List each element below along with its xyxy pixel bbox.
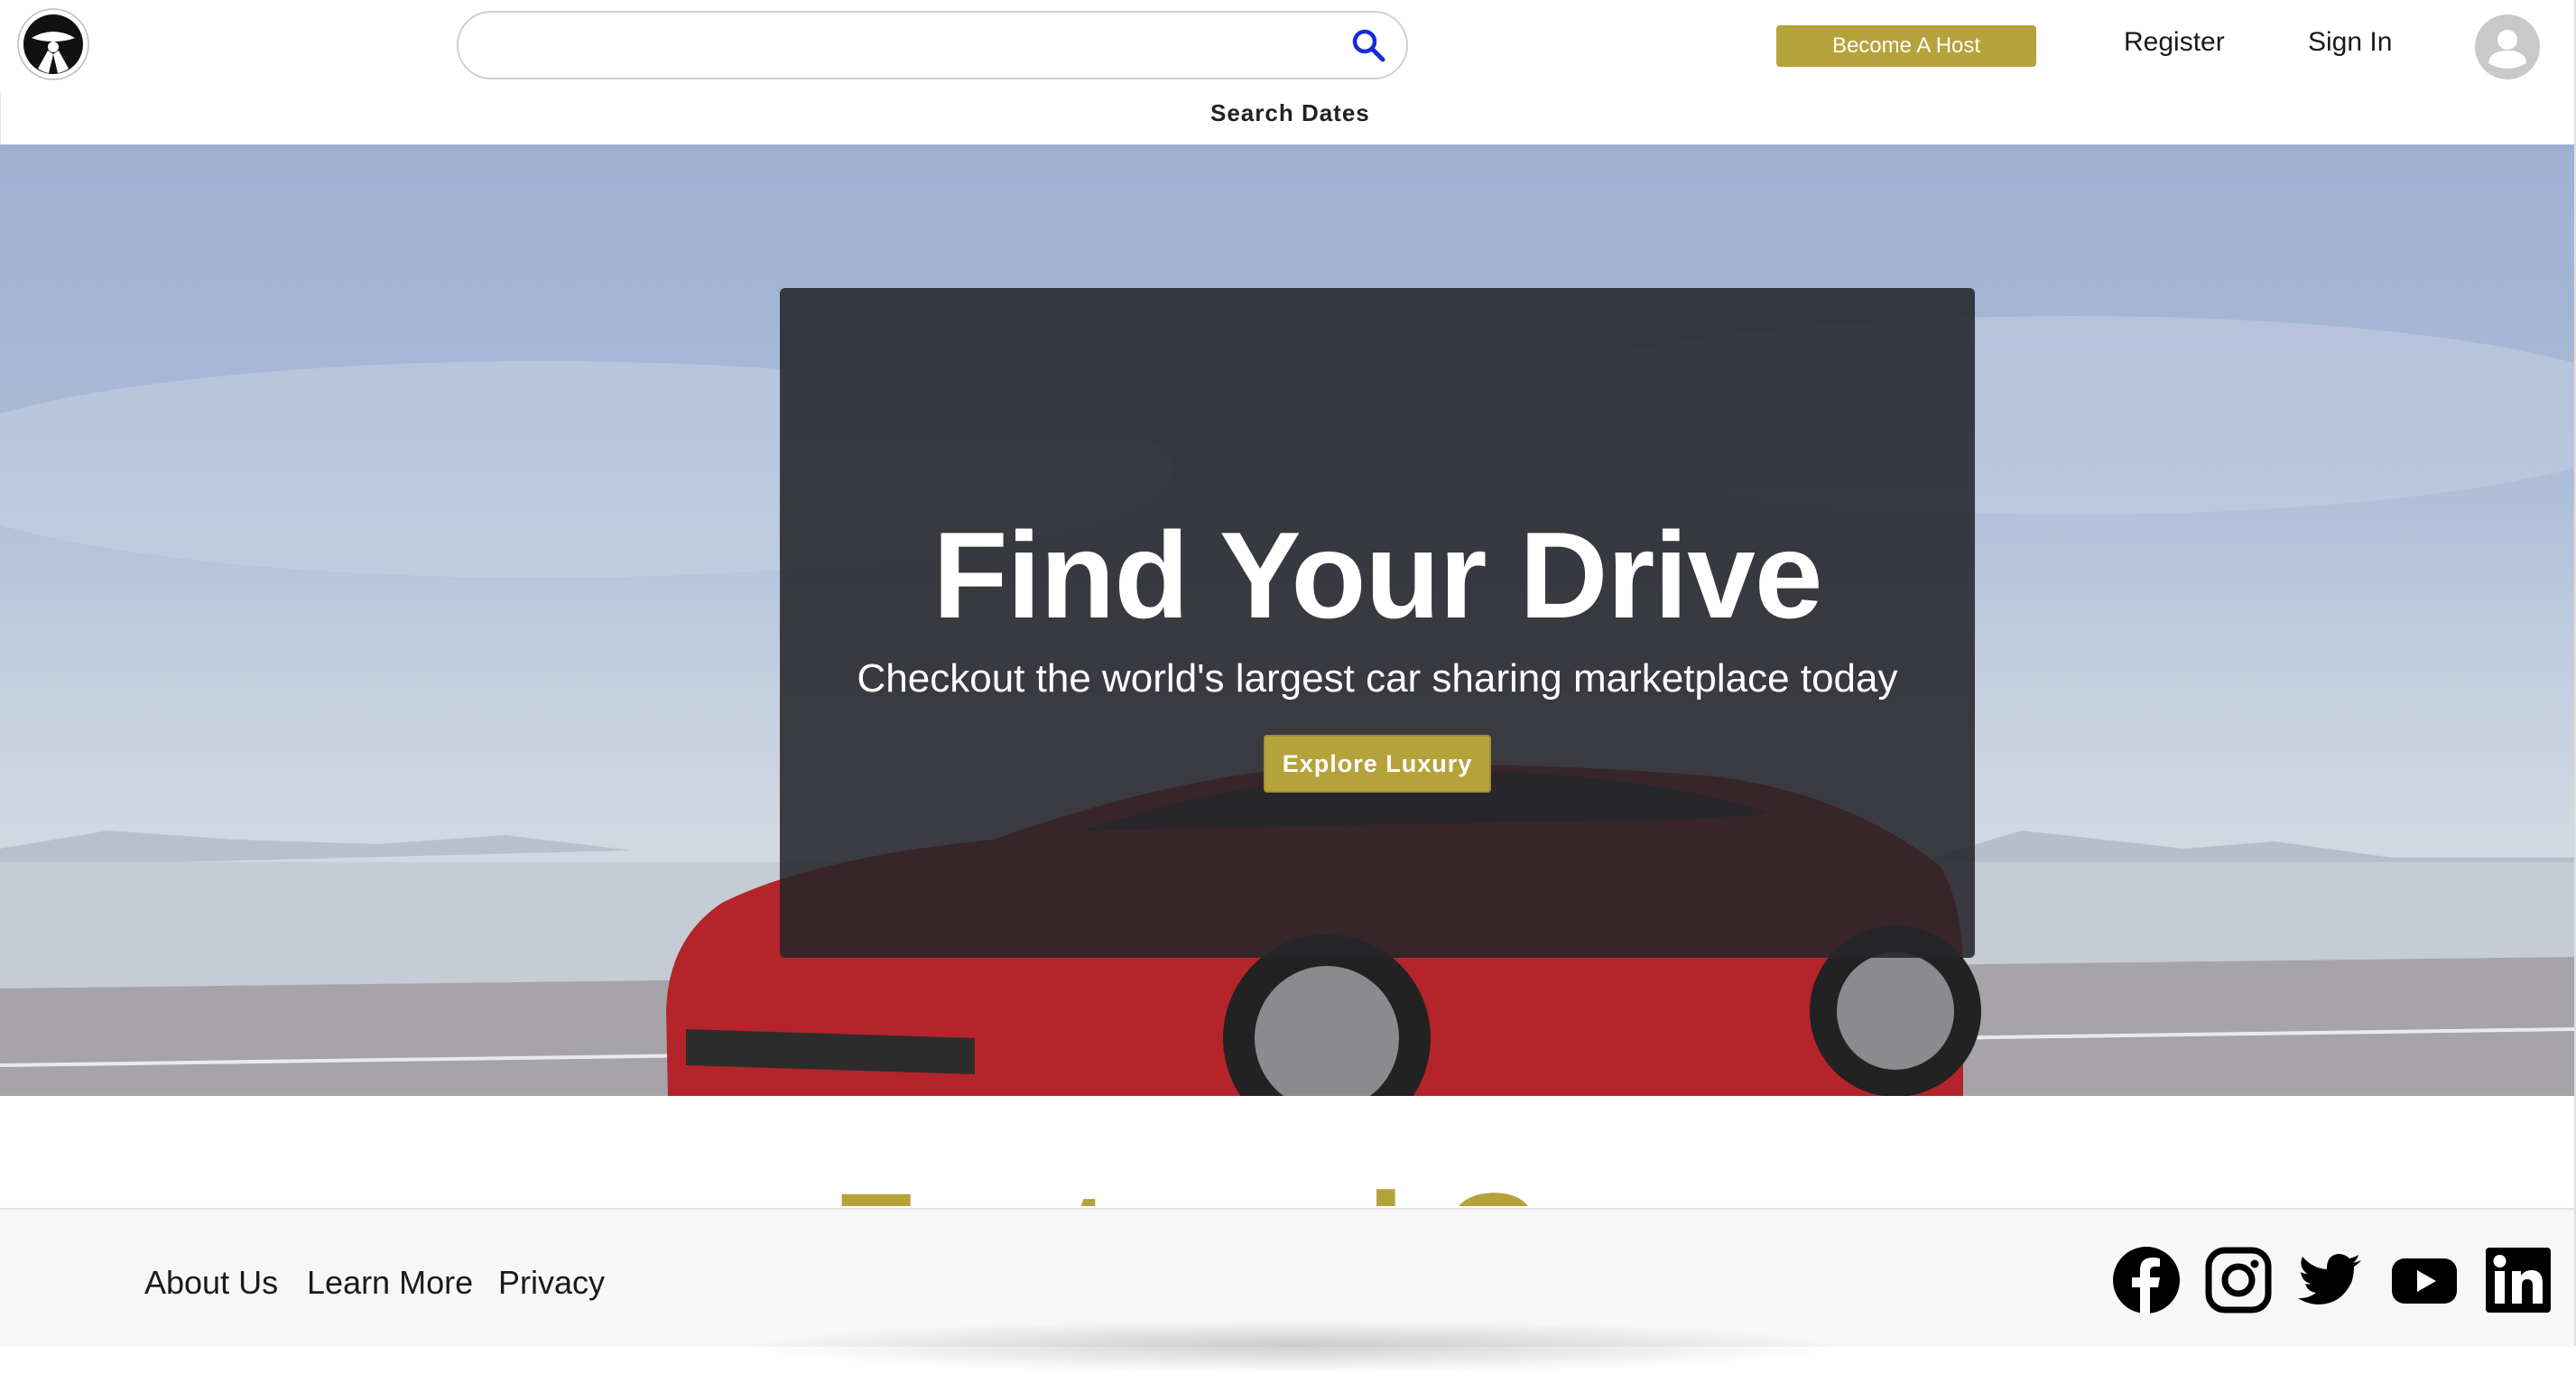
footer-shadow <box>740 1320 1850 1374</box>
hero-subtitle: Checkout the world's largest car sharing… <box>857 656 1898 701</box>
search-input[interactable] <box>486 22 1329 70</box>
sign-in-link[interactable]: Sign In <box>2308 27 2392 58</box>
twitter-icon[interactable] <box>2296 1246 2365 1314</box>
hero-card: Find Your Drive Checkout the world's lar… <box>780 288 1975 958</box>
footer-link-about-us[interactable]: About Us <box>144 1264 278 1302</box>
instagram-icon[interactable] <box>2204 1246 2273 1314</box>
linkedin-icon[interactable] <box>2484 1246 2553 1314</box>
user-avatar-icon[interactable] <box>2475 14 2540 79</box>
register-link[interactable]: Register <box>2124 27 2225 58</box>
site-header: Become A Host Register Sign In <box>0 0 2576 94</box>
hero-section: Find Your Drive Checkout the world's lar… <box>0 144 2574 1096</box>
facebook-icon[interactable] <box>2112 1246 2181 1314</box>
search-dates-button[interactable]: Search Dates <box>1210 99 1370 127</box>
hero-title: Find Your Drive <box>932 506 1822 644</box>
youtube-icon[interactable] <box>2390 1246 2459 1314</box>
footer-link-privacy[interactable]: Privacy <box>498 1264 605 1302</box>
search-icon[interactable] <box>1348 25 1390 67</box>
site-footer: About Us Learn More Privacy <box>0 1208 2576 1374</box>
featured-heading: Featured Cars <box>0 1139 2576 1206</box>
explore-luxury-button[interactable]: Explore Luxury <box>1264 735 1491 793</box>
steering-wheel-logo-icon[interactable] <box>16 7 90 81</box>
search-bar[interactable] <box>457 11 1408 79</box>
become-a-host-button[interactable]: Become A Host <box>1776 25 2036 67</box>
footer-link-learn-more[interactable]: Learn More <box>307 1264 473 1302</box>
